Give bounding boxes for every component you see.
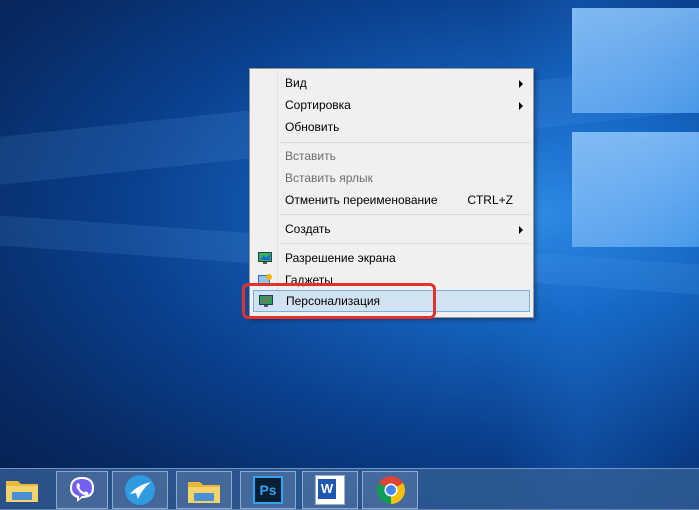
menu-item-create[interactable]: Создать [253,218,530,240]
menu-item-undo-rename[interactable]: Отменить переименование CTRL+Z [253,189,530,211]
taskbar-app-photoshop[interactable]: Ps [240,471,296,509]
taskbar-app-word[interactable]: W [302,471,358,509]
menu-item-label: Обновить [285,120,340,134]
menu-item-screen-resolution[interactable]: Разрешение экрана [253,247,530,269]
menu-item-label: Вид [285,76,307,90]
highlight-annotation [242,283,436,319]
menu-separator [280,243,530,244]
taskbar-app-messenger[interactable] [112,471,168,509]
menu-item-label: Вставить [285,149,336,163]
menu-item-label: Разрешение экрана [285,251,396,265]
menu-item-label: Вставить ярлык [285,171,373,185]
taskbar-app-explorer-2[interactable] [176,471,232,509]
menu-item-shortcut: CTRL+Z [467,193,513,207]
menu-item-paste-shortcut[interactable]: Вставить ярлык [253,167,530,189]
menu-item-view[interactable]: Вид [253,72,530,94]
taskbar-app-explorer[interactable] [0,471,56,509]
word-icon: W [315,475,345,505]
menu-item-sort[interactable]: Сортировка [253,94,530,116]
menu-item-paste[interactable]: Вставить [253,145,530,167]
menu-item-refresh[interactable]: Обновить [253,116,530,138]
word-label: W [318,479,336,499]
menu-item-label: Сортировка [285,98,351,112]
menu-item-label: Отменить переименование [285,193,438,207]
taskbar: Ps W [0,468,699,510]
display-icon [257,250,273,266]
submenu-arrow-icon [519,102,523,110]
menu-item-label: Создать [285,222,331,236]
photoshop-icon: Ps [253,476,283,504]
submenu-arrow-icon [519,80,523,88]
menu-separator [280,142,530,143]
taskbar-app-chrome[interactable] [362,471,418,509]
photoshop-label: Ps [259,482,277,498]
desktop-context-menu: Вид Сортировка Обновить Вставить Вставит… [249,68,534,318]
submenu-arrow-icon [519,226,523,234]
menu-separator [280,214,530,215]
taskbar-app-viber[interactable] [56,471,108,509]
